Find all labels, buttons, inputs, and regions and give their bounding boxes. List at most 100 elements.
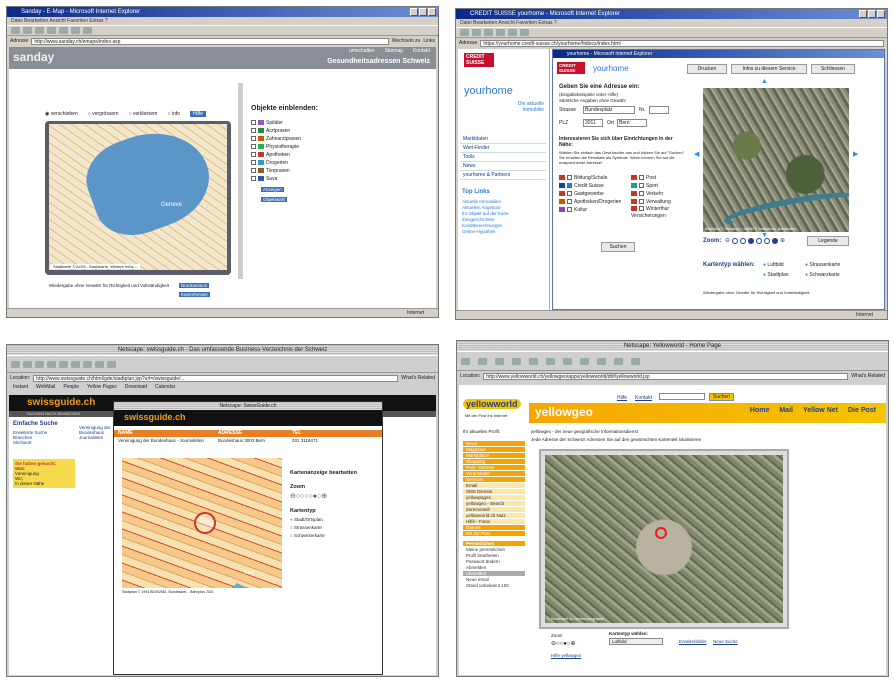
table-row[interactable]: Vereinigung der Bundeshaus - Journaliste… [114, 438, 382, 450]
netscape-icon[interactable] [71, 360, 80, 368]
url-input[interactable]: http://www.yellowworld.ch/yellowgeo/apps… [483, 372, 849, 380]
left-nav-item[interactable]: Mit der Post [463, 531, 525, 537]
map-arrow-up[interactable]: ▲ [761, 78, 768, 85]
links-button[interactable]: Links [423, 38, 435, 44]
bookmark[interactable]: Calendar [155, 383, 175, 392]
street-input[interactable]: Bundesplatz [583, 106, 635, 114]
back-icon[interactable] [11, 360, 20, 368]
refresh-icon[interactable] [47, 27, 56, 34]
object-item[interactable]: Suva [251, 175, 301, 183]
bookmark[interactable]: Yellow Pages [87, 383, 117, 392]
favorites-icon[interactable] [83, 27, 92, 34]
whats-related-button[interactable]: What's Related [851, 373, 885, 379]
legend-button[interactable]: Legende [807, 236, 849, 246]
facility-option[interactable]: Kultur [559, 206, 621, 214]
nav-die-post[interactable]: Die Post [848, 407, 876, 414]
search-icon[interactable] [520, 29, 529, 36]
map-window-button[interactable]: Kartenfenster [179, 292, 211, 297]
top-link[interactable]: Online-Hypothek [462, 229, 509, 235]
security-icon[interactable] [597, 357, 606, 365]
close-icon[interactable] [428, 8, 436, 16]
object-item[interactable]: Zahnarztpraxen [251, 135, 301, 143]
url-input[interactable]: https://yourhome.credit-suisse.ch/yourho… [480, 39, 884, 47]
facility-option[interactable]: Apotheken/Drogerien [559, 198, 621, 206]
scrollbar[interactable] [238, 83, 243, 279]
home-icon[interactable] [59, 27, 68, 34]
top-link[interactable]: umschalten [349, 48, 375, 54]
close-icon[interactable] [877, 10, 885, 18]
city-map[interactable]: Geneve Stadtkarte © AGIS - Basiskarte. W… [49, 124, 227, 270]
minimize-icon[interactable] [410, 8, 418, 16]
shop-icon[interactable] [614, 357, 623, 365]
stop-icon[interactable] [631, 357, 640, 365]
map-type-luftbild[interactable]: ● Luftbild [763, 262, 784, 268]
stop-icon[interactable] [35, 27, 44, 34]
plz-input[interactable]: 3011 [583, 119, 603, 127]
print-icon[interactable] [83, 360, 92, 368]
maximize-icon[interactable] [868, 10, 876, 18]
object-item[interactable]: Arztpraxen [251, 127, 301, 135]
link-erweiterbilder[interactable]: Erweiterbilder [679, 639, 707, 644]
facility-option[interactable]: Credit Suisse [559, 182, 621, 190]
map-type-schwarzkarte[interactable]: ● Schwarzkarte [805, 272, 840, 278]
object-item[interactable]: Spitäler [251, 119, 301, 127]
images-icon[interactable] [563, 357, 572, 365]
menu-bar[interactable]: Datei Bearbeiten Ansicht Favoriten Extra… [456, 19, 887, 27]
map-arrow-right[interactable]: ▶ [853, 150, 858, 158]
search-button[interactable]: Suchen [601, 242, 635, 252]
left-result-name[interactable]: Vereinigung der Bundeshaus Journalisten [79, 425, 117, 440]
netscape-icon[interactable] [546, 357, 555, 365]
home-icon[interactable] [47, 360, 56, 368]
map-type-stadtplan[interactable]: ● Stadtplan [763, 272, 789, 278]
aerial-map[interactable]: © Bundesamt für Landestopographie [545, 455, 783, 623]
radio-zoom-in[interactable]: ○ vergrössern [88, 111, 119, 117]
radio-move[interactable]: ◉ verschieben [45, 111, 78, 117]
nav-home[interactable]: Home [750, 407, 769, 414]
nav-mail[interactable]: Mail [779, 407, 793, 414]
object-select-button[interactable]: Objektwahl [261, 197, 288, 202]
map-type-schweizerkarte[interactable]: ○ Schweizerkarte [290, 533, 325, 538]
bookmark[interactable]: People [63, 383, 79, 392]
help-button[interactable]: Hilfe [189, 111, 206, 117]
back-icon[interactable] [460, 29, 469, 36]
bookmark[interactable]: WebMail [36, 383, 55, 392]
top-link-contact[interactable]: Kontakt [635, 395, 652, 401]
object-item[interactable]: Apotheken [251, 151, 301, 159]
menu-bar[interactable]: Datei Bearbeiten Ansicht Favoriten Extra… [7, 17, 438, 25]
left-link[interactable]: Stichwort [13, 440, 75, 445]
zoom-control[interactable]: ⊖○○●○⊕ [551, 640, 576, 647]
zoom-control[interactable]: ⊖ ⊕ [725, 237, 785, 244]
map-type-strassenkarte[interactable]: ○ Strassenkarte [290, 525, 322, 530]
home-icon[interactable] [512, 357, 521, 365]
sidebar-item[interactable]: Tools [460, 153, 546, 162]
facility-option[interactable]: Verkehr [631, 190, 691, 198]
map-type-strassenkarte[interactable]: ● Strassenkarte [805, 262, 840, 268]
sidebar-item[interactable]: yourhome & Partners [460, 171, 546, 180]
header-search-input[interactable] [659, 393, 705, 400]
stop-icon[interactable] [484, 29, 493, 36]
map-arrow-left[interactable]: ◀ [694, 150, 699, 158]
sidebar-item[interactable]: Wert-Finder [460, 144, 546, 153]
bookmark[interactable]: Instant [13, 383, 28, 392]
whats-related-button[interactable]: What's Related [401, 375, 435, 381]
help-link[interactable]: Hilfe yellowgeo [551, 653, 581, 658]
header-search-button[interactable]: Suchen [709, 393, 734, 401]
minimize-icon[interactable] [859, 10, 867, 18]
facility-option[interactable]: Verwaltung [631, 198, 691, 206]
city-map[interactable]: Aare [122, 458, 282, 588]
facility-option[interactable]: Winterthur Versicherungen [631, 206, 691, 219]
reload-icon[interactable] [35, 360, 44, 368]
refresh-icon[interactable] [496, 29, 505, 36]
facility-option[interactable]: Sport [631, 182, 691, 190]
search-icon[interactable] [529, 357, 538, 365]
top-link[interactable]: Kontakt [413, 48, 430, 54]
facility-option[interactable]: Post [631, 174, 691, 182]
stop-icon[interactable] [107, 360, 116, 368]
print-icon[interactable] [580, 357, 589, 365]
service-info-button[interactable]: Infos zu diesem Service [731, 64, 807, 74]
personal-item[interactable]: Stand unbekannt 100 [463, 583, 525, 589]
sidebar-item[interactable]: Marktdaten [460, 135, 546, 144]
object-item[interactable]: Tierpraxen [251, 167, 301, 175]
search-icon[interactable] [71, 27, 80, 34]
object-item[interactable]: Physiotherapie [251, 143, 301, 151]
